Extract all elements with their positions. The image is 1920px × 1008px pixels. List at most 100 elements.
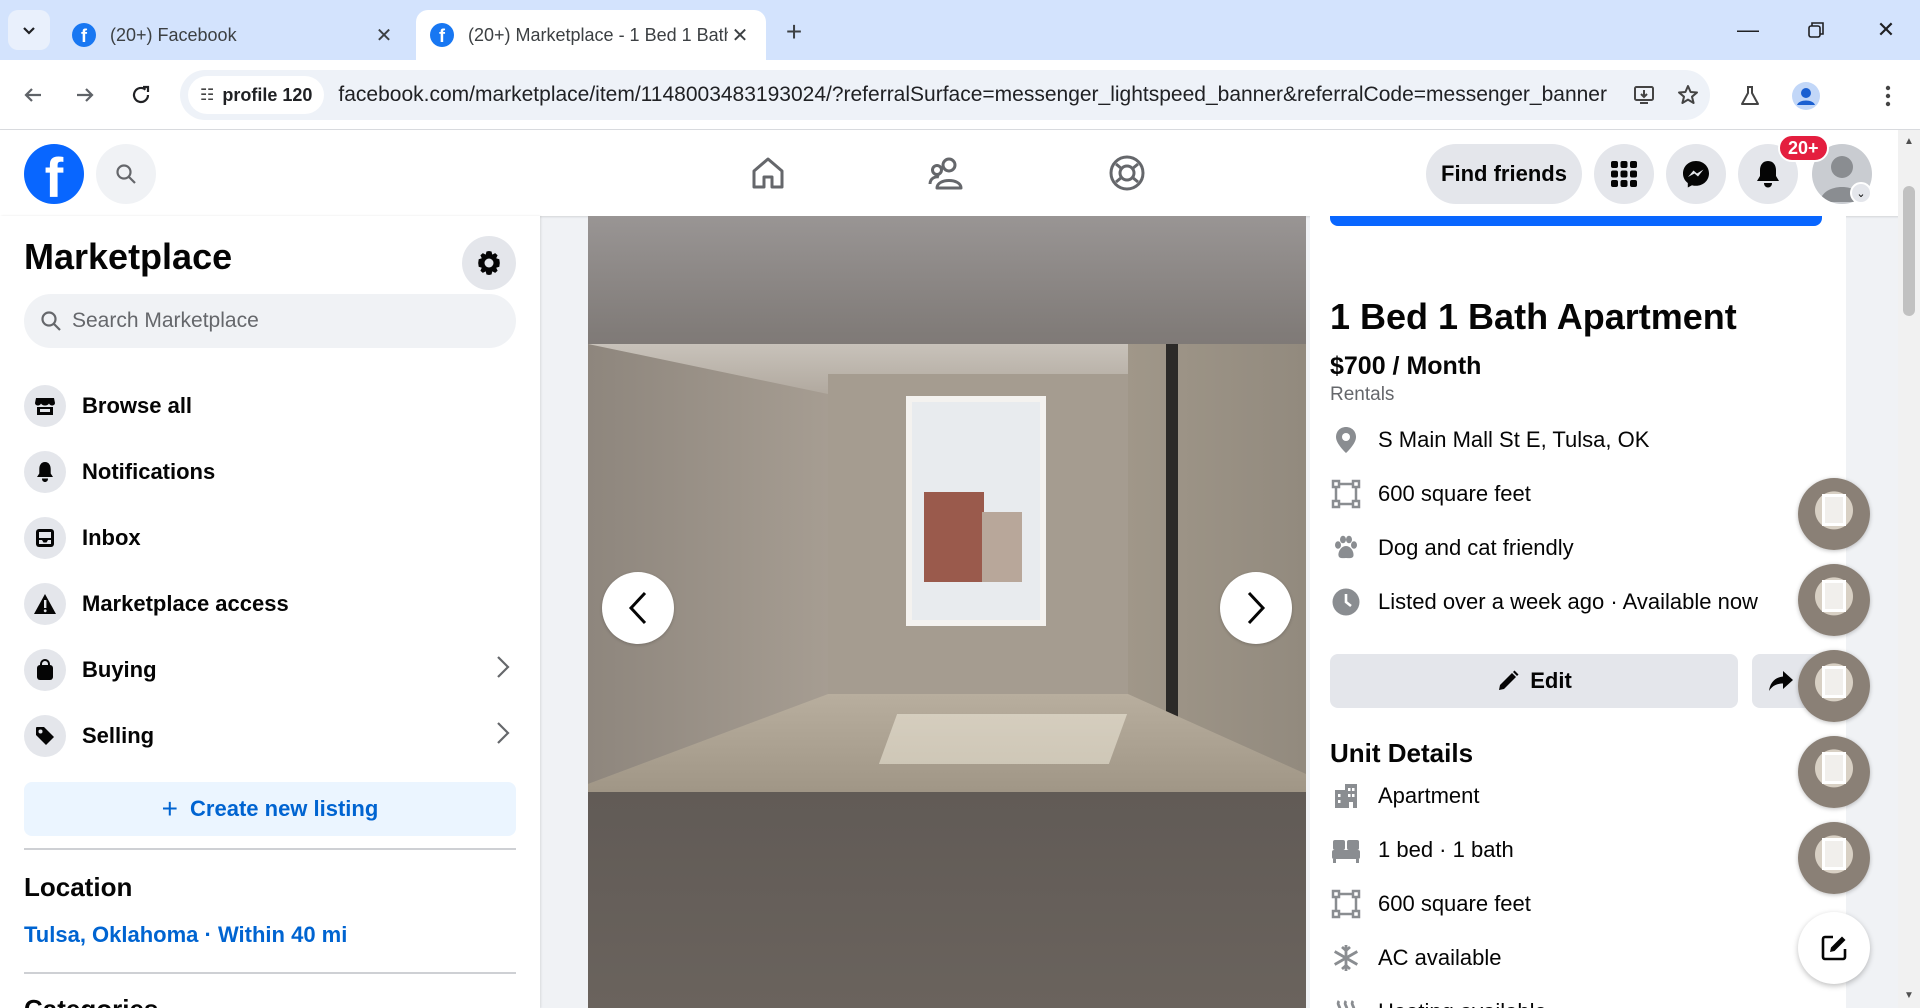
- tag-icon: [24, 715, 66, 757]
- detail-text: Dog and cat friendly: [1378, 535, 1574, 560]
- chevron-left-icon: [628, 591, 647, 625]
- new-tab-button[interactable]: +: [776, 14, 812, 50]
- messenger-icon: [1683, 161, 1709, 188]
- arrow-right-icon: [77, 88, 94, 102]
- browser-tab-strip: f (20+) Facebook ✕ f (20+) Marketplace -…: [0, 0, 1920, 60]
- chat-head[interactable]: [1798, 564, 1870, 636]
- tab-close-icon[interactable]: ✕: [372, 23, 396, 48]
- chat-head[interactable]: [1798, 822, 1870, 894]
- find-friends-button[interactable]: Find friends: [1426, 144, 1582, 204]
- sidebar-item-notifications[interactable]: Notifications: [24, 444, 516, 500]
- location-heading: Location: [24, 872, 133, 902]
- unit-detail-row: Apartment: [1330, 778, 1480, 814]
- inbox-icon: [24, 517, 66, 559]
- reload-button[interactable]: [122, 76, 160, 114]
- account-caret-icon[interactable]: ⌄: [1850, 182, 1872, 204]
- search-icon: [116, 164, 136, 184]
- bookmark-star-icon[interactable]: [1666, 73, 1710, 117]
- sidebar-divider: [24, 972, 516, 974]
- tab-search-button[interactable]: [8, 10, 50, 50]
- scroll-down-arrow-icon[interactable]: ▼: [1902, 990, 1916, 1004]
- url-text[interactable]: facebook.com/marketplace/item/1148003483…: [338, 83, 1622, 107]
- detail-text: Apartment: [1378, 783, 1480, 808]
- new-message-button[interactable]: [1798, 912, 1870, 984]
- chat-head[interactable]: [1798, 650, 1870, 722]
- tune-icon: ☷: [200, 87, 215, 104]
- sidebar-item-inbox[interactable]: Inbox: [24, 510, 516, 566]
- labs-flask-icon[interactable]: [1730, 76, 1770, 116]
- gear-icon: [478, 251, 500, 275]
- tab-title: (20+) Facebook: [110, 24, 237, 45]
- facebook-logo-icon[interactable]: f: [24, 144, 84, 204]
- install-app-icon[interactable]: [1622, 73, 1666, 117]
- location-filter-link[interactable]: Tulsa, Oklahoma · Within 40 mi: [24, 922, 347, 948]
- friends-nav-icon[interactable]: [922, 150, 972, 196]
- chat-head[interactable]: [1798, 478, 1870, 550]
- paw-icon: [1330, 532, 1362, 564]
- page-scrollbar[interactable]: ▲ ▼: [1898, 130, 1920, 1008]
- gaming-nav-icon[interactable]: [1102, 150, 1152, 196]
- facebook-favicon-icon: f: [430, 23, 454, 47]
- marketplace-search-input[interactable]: Search Marketplace: [24, 294, 516, 348]
- browser-toolbar: ☷ profile 120 facebook.com/marketplace/i…: [0, 60, 1920, 130]
- back-button[interactable]: [14, 76, 52, 114]
- categories-heading: Categories: [24, 994, 158, 1008]
- shopping-bag-icon: [24, 649, 66, 691]
- profile-chip[interactable]: ☷ profile 120: [188, 76, 325, 114]
- chat-head[interactable]: [1798, 736, 1870, 808]
- forward-button[interactable]: [66, 76, 104, 114]
- area-icon: [1330, 888, 1362, 920]
- create-new-listing-button[interactable]: + Create new listing: [24, 782, 516, 836]
- marketplace-sidebar: Marketplace Search Marketplace Browse al…: [0, 216, 540, 1008]
- menu-grid-button[interactable]: [1594, 144, 1654, 204]
- previous-photo-button[interactable]: [602, 572, 674, 644]
- sidebar-item-label: Inbox: [82, 525, 141, 550]
- sidebar-item-marketplace-access[interactable]: Marketplace access: [24, 576, 516, 632]
- share-arrow-icon: [1769, 671, 1793, 691]
- home-nav-icon[interactable]: [743, 150, 793, 196]
- tab-title: (20+) Marketplace - 1 Bed 1 Bath Apartme…: [468, 24, 728, 45]
- scrollbar-thumb[interactable]: [1903, 186, 1915, 316]
- bell-icon: [1757, 161, 1779, 188]
- marketplace-settings-button[interactable]: [462, 236, 516, 290]
- messenger-button[interactable]: [1666, 144, 1726, 204]
- primary-action-button[interactable]: [1330, 216, 1822, 226]
- listing-photo-viewer: [588, 216, 1306, 1008]
- close-window-button[interactable]: ✕: [1856, 8, 1916, 52]
- address-bar[interactable]: ☷ profile 120 facebook.com/marketplace/i…: [180, 70, 1710, 120]
- compose-icon: [1821, 935, 1847, 961]
- chevron-right-icon: [496, 655, 510, 686]
- sidebar-item-browse-all[interactable]: Browse all: [24, 378, 516, 434]
- create-listing-label: Create new listing: [190, 796, 379, 821]
- bed-bath-icon: [1330, 834, 1362, 866]
- edit-label: Edit: [1530, 668, 1572, 693]
- restore-button[interactable]: [1786, 8, 1846, 52]
- sidebar-divider: [24, 848, 516, 850]
- detail-row-pets: Dog and cat friendly: [1330, 530, 1574, 566]
- minimize-button[interactable]: —: [1718, 8, 1778, 52]
- unit-detail-row: Heating available: [1330, 994, 1547, 1008]
- next-photo-button[interactable]: [1220, 572, 1292, 644]
- scroll-up-arrow-icon[interactable]: ▲: [1902, 136, 1916, 150]
- sidebar-item-selling[interactable]: Selling: [24, 708, 516, 764]
- unit-detail-row: 600 square feet: [1330, 886, 1531, 922]
- facebook-header: f Find friends ⌄: [0, 130, 1920, 216]
- chrome-profile-avatar-icon[interactable]: [1786, 76, 1826, 116]
- detail-text: 1 bed · 1 bath: [1378, 837, 1514, 862]
- edit-listing-button[interactable]: Edit: [1330, 654, 1738, 708]
- detail-text: 600 square feet: [1378, 481, 1531, 506]
- unit-details-heading: Unit Details: [1330, 738, 1474, 768]
- sidebar-item-label: Notifications: [82, 459, 216, 484]
- browser-tab-facebook[interactable]: f (20+) Facebook ✕: [58, 10, 410, 60]
- notification-badge: 20+: [1778, 134, 1829, 162]
- detail-text: Heating available: [1378, 999, 1547, 1008]
- listing-photo: [588, 344, 1306, 792]
- unit-detail-row: AC available: [1330, 940, 1502, 976]
- pencil-icon: [1499, 670, 1519, 690]
- facebook-search-button[interactable]: [96, 144, 156, 204]
- browser-tab-marketplace[interactable]: f (20+) Marketplace - 1 Bed 1 Bath Apart…: [416, 10, 766, 60]
- reload-icon: [132, 85, 150, 104]
- sidebar-item-buying[interactable]: Buying: [24, 642, 516, 698]
- tab-close-icon[interactable]: ✕: [728, 23, 752, 48]
- chrome-menu-icon[interactable]: [1868, 76, 1908, 116]
